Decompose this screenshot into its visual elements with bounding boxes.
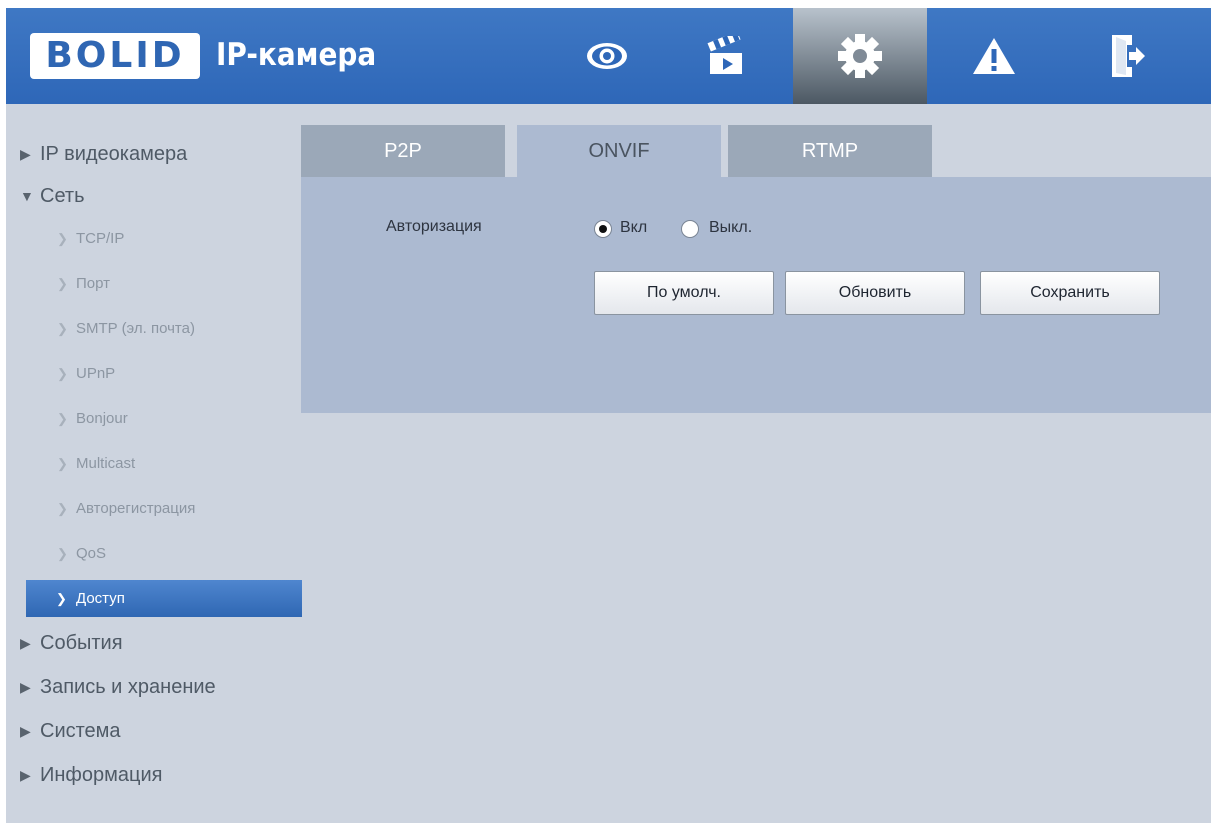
sidebar-section-info[interactable]: ▶ Информация xyxy=(6,753,302,797)
sidebar-section-label: IP видеокамера xyxy=(40,142,188,165)
sidebar-item-multicast[interactable]: ❯ Multicast xyxy=(6,441,302,486)
triangle-right-icon: ▶ xyxy=(20,634,31,651)
warning-icon xyxy=(973,38,1015,74)
sidebar-item-access[interactable]: ❯ Доступ xyxy=(26,580,302,617)
sidebar-section-storage[interactable]: ▶ Запись и хранение xyxy=(6,665,302,709)
sidebar-section-system[interactable]: ▶ Система xyxy=(6,709,302,753)
sidebar-item-label: Bonjour xyxy=(76,410,128,427)
sidebar-item-label: Порт xyxy=(76,275,111,292)
sidebar-item-smtp[interactable]: ❯ SMTP (эл. почта) xyxy=(6,306,302,351)
eye-icon xyxy=(587,43,627,69)
triangle-right-icon: ▶ xyxy=(20,722,31,739)
chevron-right-icon: ❯ xyxy=(57,275,68,291)
auth-on-radio[interactable] xyxy=(594,220,612,238)
chevron-right-icon: ❯ xyxy=(57,455,68,471)
nav-playback[interactable] xyxy=(659,8,793,104)
gear-icon xyxy=(838,34,882,78)
tab-onvif[interactable]: ONVIF xyxy=(517,125,721,177)
chevron-right-icon: ❯ xyxy=(57,230,68,246)
nav-live-view[interactable] xyxy=(540,8,674,104)
chevron-right-icon: ❯ xyxy=(57,500,68,516)
sidebar-item-qos[interactable]: ❯ QoS xyxy=(6,531,302,576)
app-title: IP-камера xyxy=(216,37,377,73)
sidebar-section-label: Информация xyxy=(40,763,163,786)
brand-logo-text: BOLID xyxy=(45,35,185,76)
brand-logo: BOLID xyxy=(30,33,200,79)
sidebar-section-label: События xyxy=(40,631,123,654)
sidebar-section-label: Сеть xyxy=(40,184,85,207)
chevron-right-icon: ❯ xyxy=(57,545,68,561)
save-button[interactable]: Сохранить xyxy=(980,271,1160,315)
sidebar-section-label: Запись и хранение xyxy=(40,675,216,698)
top-bar: BOLID IP-камера xyxy=(6,8,1211,104)
sidebar-item-tcpip[interactable]: ❯ TCP/IP xyxy=(6,216,302,261)
sidebar-item-label: Доступ xyxy=(76,590,125,607)
sidebar-item-label: Multicast xyxy=(76,455,136,472)
authorization-label: Авторизация xyxy=(386,218,482,235)
sidebar-item-label: QoS xyxy=(76,545,107,562)
sidebar-item-label: SMTP (эл. почта) xyxy=(76,320,195,337)
onvif-panel: Авторизация Вкл Выкл. По умолч. Обновить… xyxy=(301,177,1211,413)
chevron-right-icon: ❯ xyxy=(56,590,67,606)
default-button[interactable]: По умолч. xyxy=(594,271,774,315)
sidebar: ▶ IP видеокамера ▼ Сеть ❯ TCP/IP ❯ Порт … xyxy=(6,132,302,797)
auth-off-label: Выкл. xyxy=(709,219,753,236)
auth-on-label: Вкл xyxy=(620,219,648,236)
auth-off-radio[interactable] xyxy=(681,220,699,238)
triangle-down-icon: ▼ xyxy=(20,188,34,204)
tab-p2p[interactable]: P2P xyxy=(301,125,505,177)
sidebar-item-label: Авторегистрация xyxy=(76,500,196,517)
sidebar-item-label: UPnP xyxy=(76,365,116,382)
sidebar-section-label: Система xyxy=(40,719,121,742)
chevron-right-icon: ❯ xyxy=(57,320,68,336)
nav-logout[interactable] xyxy=(1061,8,1195,104)
triangle-right-icon: ▶ xyxy=(20,145,31,162)
sidebar-item-autoregistration[interactable]: ❯ Авторегистрация xyxy=(6,486,302,531)
chevron-right-icon: ❯ xyxy=(57,410,68,426)
sidebar-item-upnp[interactable]: ❯ UPnP xyxy=(6,351,302,396)
chevron-right-icon: ❯ xyxy=(57,365,68,381)
sidebar-section-network[interactable]: ▼ Сеть xyxy=(6,176,302,216)
triangle-right-icon: ▶ xyxy=(20,766,31,783)
sidebar-item-label: TCP/IP xyxy=(76,230,125,247)
nav-settings[interactable] xyxy=(793,8,927,104)
app-window: BOLID IP-камера ▶ IP видеокамера ▼ Сеть … xyxy=(6,8,1211,823)
tab-rtmp[interactable]: RTMP xyxy=(728,125,932,177)
triangle-right-icon: ▶ xyxy=(20,678,31,695)
sidebar-section-ip-camera[interactable]: ▶ IP видеокамера xyxy=(6,132,302,176)
clapperboard-icon xyxy=(707,36,742,74)
sidebar-item-bonjour[interactable]: ❯ Bonjour xyxy=(6,396,302,441)
sidebar-section-events[interactable]: ▶ События xyxy=(6,621,302,665)
logout-icon xyxy=(1112,35,1145,77)
nav-alarm[interactable] xyxy=(927,8,1061,104)
sidebar-item-port[interactable]: ❯ Порт xyxy=(6,261,302,306)
refresh-button[interactable]: Обновить xyxy=(785,271,965,315)
